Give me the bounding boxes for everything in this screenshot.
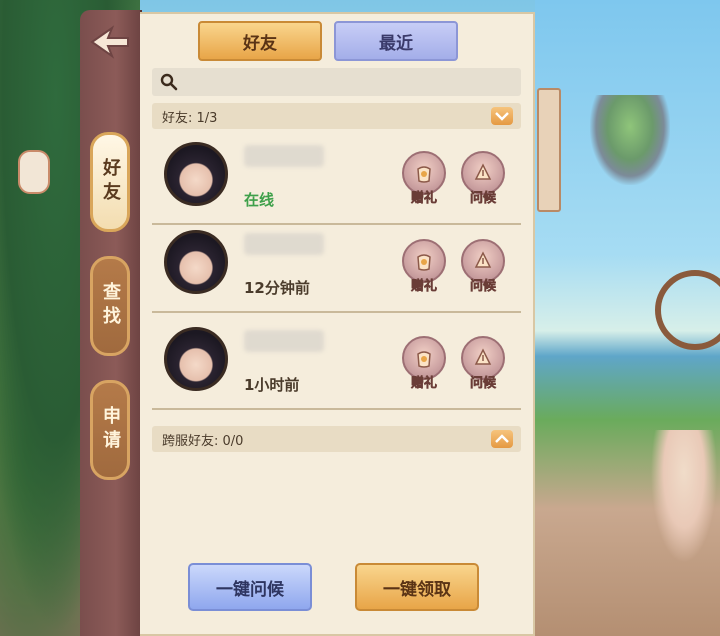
tab-recent[interactable]: 最近	[334, 21, 458, 61]
cross-server-count-label: 跨服好友: 0/0	[162, 433, 244, 449]
chevron-down-icon	[491, 107, 513, 125]
floating-island	[590, 95, 670, 185]
gift-button[interactable]	[402, 239, 446, 283]
lantern-decoration	[18, 150, 50, 194]
row-divider	[152, 311, 521, 313]
row-divider	[152, 408, 521, 410]
gift-button[interactable]	[402, 336, 446, 380]
greet-button[interactable]	[461, 151, 505, 195]
greet-button[interactable]	[461, 239, 505, 283]
gift-bag-icon	[417, 166, 431, 183]
friend-name-redacted	[244, 233, 324, 255]
greet-all-button[interactable]: 一键问候	[188, 563, 312, 611]
friend-name-redacted	[244, 145, 324, 167]
side-tab-friends[interactable]: 好友	[90, 132, 130, 232]
avatar[interactable]	[164, 230, 228, 294]
gift-bag-icon	[417, 254, 431, 271]
character-figure	[648, 430, 720, 570]
greet-button[interactable]	[461, 336, 505, 380]
friend-status: 在线	[244, 191, 275, 209]
side-banner	[537, 88, 561, 212]
search-bar[interactable]	[152, 68, 521, 96]
greeting-icon	[474, 163, 492, 180]
friend-row[interactable]: 12分钟前 赠礼 问候	[152, 225, 521, 313]
avatar[interactable]	[164, 142, 228, 206]
search-icon	[160, 73, 178, 91]
gift-bag-icon	[417, 351, 431, 368]
greeting-icon	[474, 348, 492, 365]
friend-status: 1小时前	[244, 376, 300, 394]
search-input[interactable]	[178, 73, 521, 91]
avatar[interactable]	[164, 327, 228, 391]
side-tab-search[interactable]: 查找	[90, 256, 130, 356]
side-tab-requests[interactable]: 申请	[90, 380, 130, 480]
claim-all-button[interactable]: 一键领取	[355, 563, 479, 611]
gift-button[interactable]	[402, 151, 446, 195]
friend-row[interactable]: 在线 赠礼 问候	[152, 137, 521, 225]
friend-status: 12分钟前	[244, 279, 310, 297]
back-button[interactable]	[85, 22, 135, 62]
tab-friends[interactable]: 好友	[198, 21, 322, 61]
back-arrow-icon	[90, 25, 129, 59]
friend-name-redacted	[244, 330, 324, 352]
cross-server-section-header[interactable]: 跨服好友: 0/0	[152, 426, 521, 452]
friend-row[interactable]: 1小时前 赠礼 问候	[152, 322, 521, 410]
friends-count-label: 好友: 1/3	[162, 110, 218, 126]
greeting-icon	[474, 251, 492, 268]
chevron-up-icon	[491, 430, 513, 448]
friends-section-header[interactable]: 好友: 1/3	[152, 103, 521, 129]
